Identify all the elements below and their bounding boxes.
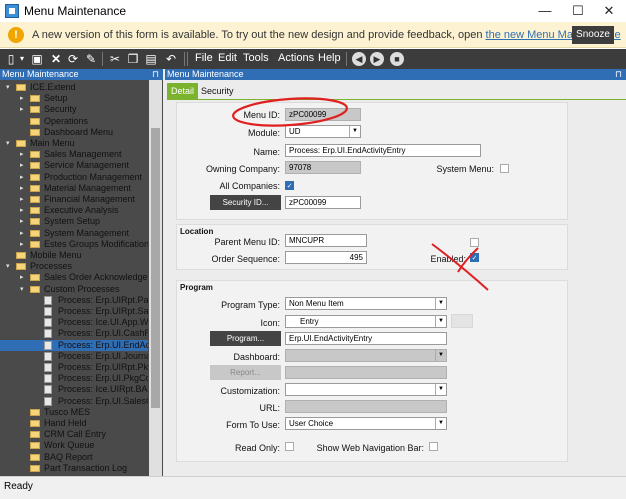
status-bar: Ready: [0, 476, 626, 499]
annotation-overlay: [232, 97, 489, 291]
annotation-strike: [457, 247, 479, 273]
status-text: Ready: [4, 481, 33, 492]
annotation-circle: [232, 97, 348, 127]
annotation-strike: [431, 243, 489, 291]
